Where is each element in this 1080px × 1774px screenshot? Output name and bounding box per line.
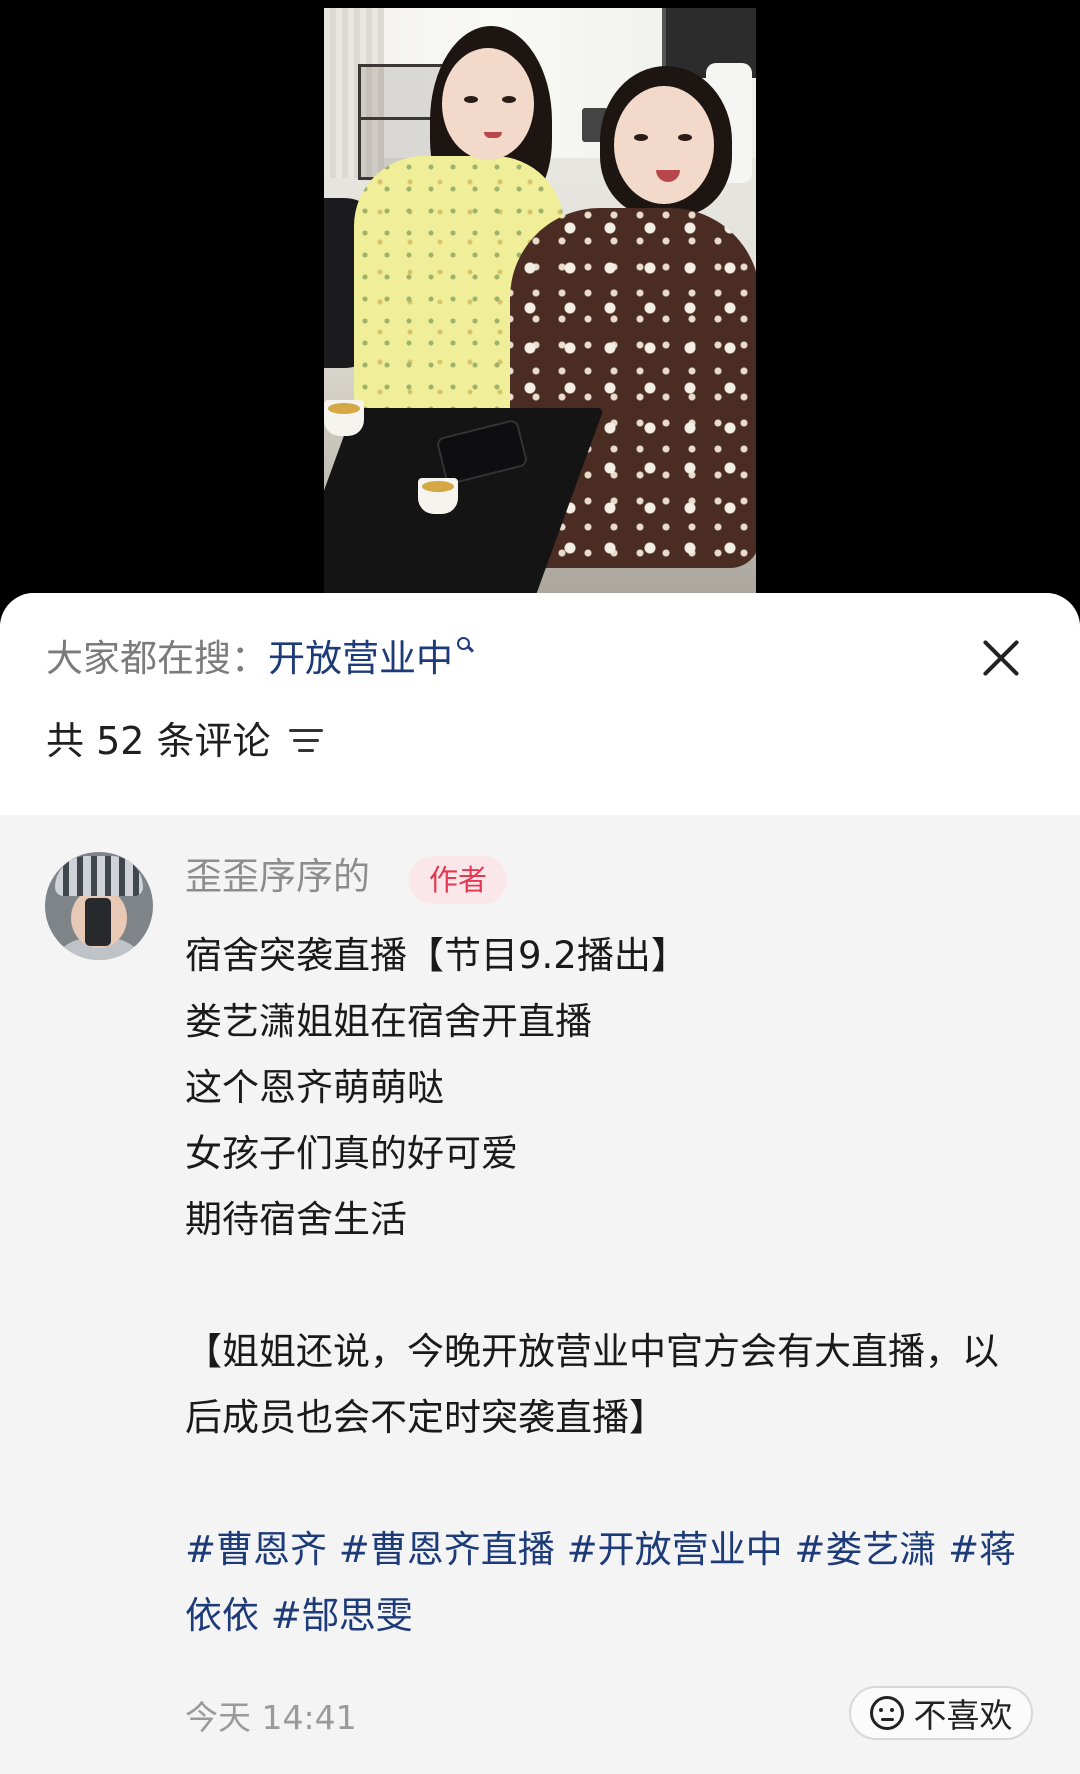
comment-text: 宿舍突袭直播【节目9.2播出】 娄艺潇姐姐在宿舍开直播 这个恩齐萌萌哒 女孩子们… bbox=[185, 923, 1025, 1649]
comment-count-row: 共 52 条评论 bbox=[46, 713, 323, 769]
trending-search-separator: ： bbox=[231, 637, 268, 680]
close-icon[interactable] bbox=[980, 637, 1022, 679]
search-icon[interactable] bbox=[455, 629, 477, 659]
video-frame[interactable] bbox=[324, 8, 756, 600]
comment-line: 娄艺潇姐姐在宿舍开直播 bbox=[185, 1000, 592, 1043]
trending-search-label: 大家都在搜 bbox=[46, 637, 231, 680]
author-badge: 作者 bbox=[409, 856, 508, 904]
hashtag-link[interactable]: #开放营业中 bbox=[567, 1528, 783, 1571]
filter-sort-icon[interactable] bbox=[288, 727, 323, 755]
hashtag-list: #曹恩齐 #曹恩齐直播 #开放营业中 #娄艺潇 #蒋依依 #郜思雯 bbox=[185, 1517, 1025, 1649]
comment-line: 期待宿舍生活 bbox=[185, 1198, 407, 1241]
video-cup bbox=[324, 400, 364, 436]
avatar[interactable] bbox=[45, 852, 153, 960]
comment-line: 这个恩齐萌萌哒 bbox=[185, 1066, 444, 1109]
dislike-label: 不喜欢 bbox=[913, 1696, 1013, 1735]
hashtag-link[interactable]: #郜思雯 bbox=[271, 1594, 413, 1637]
video-cup bbox=[418, 478, 458, 514]
comment-item: 歪歪序序的 作者 宿舍突袭直播【节目9.2播出】 娄艺潇姐姐在宿舍开直播 这个恩… bbox=[0, 815, 1080, 1774]
comment-count: 共 52 条评论 bbox=[46, 719, 271, 763]
dislike-button[interactable]: 不喜欢 bbox=[849, 1686, 1033, 1740]
comments-sheet: 大家都在搜：开放营业中 共 52 条评论 歪歪序序的 作者 宿舍突袭直播【节目9… bbox=[0, 593, 1080, 1774]
video-player[interactable] bbox=[0, 0, 1080, 600]
hashtag-link[interactable]: #曹恩齐 bbox=[185, 1528, 327, 1571]
comment-username[interactable]: 歪歪序序的 bbox=[185, 849, 370, 905]
comments-header: 大家都在搜：开放营业中 共 52 条评论 bbox=[0, 593, 1080, 815]
trending-search[interactable]: 大家都在搜：开放营业中 bbox=[46, 629, 477, 689]
trending-search-keyword[interactable]: 开放营业中 bbox=[268, 637, 453, 680]
hashtag-link[interactable]: #曹恩齐直播 bbox=[339, 1528, 555, 1571]
neutral-face-icon bbox=[869, 1696, 904, 1730]
comment-line: 宿舍突袭直播【节目9.2播出】 bbox=[185, 934, 688, 977]
comment-line: 女孩子们真的好可爱 bbox=[185, 1132, 518, 1175]
comment-timestamp: 今天 14:41 bbox=[185, 1698, 357, 1737]
hashtag-link[interactable]: #娄艺潇 bbox=[794, 1528, 936, 1571]
comment-note: 【姐姐还说，今晚开放营业中官方会有大直播，以后成员也会不定时突袭直播】 bbox=[185, 1330, 999, 1439]
